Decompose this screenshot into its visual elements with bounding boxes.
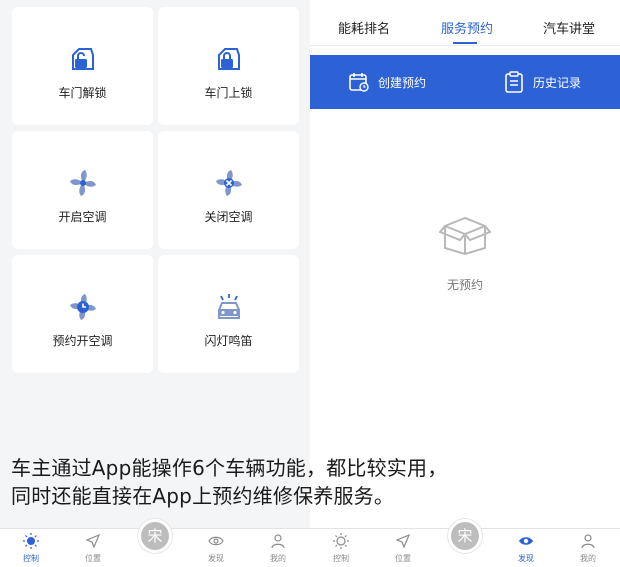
location-arrow-icon xyxy=(85,533,101,549)
tile-label: 闪灯鸣笛 xyxy=(204,334,253,348)
user-icon xyxy=(581,534,595,549)
nav-location[interactable]: 位置 xyxy=(383,533,423,564)
car-horn-icon xyxy=(212,292,246,322)
eye-icon xyxy=(519,537,533,545)
nav-label: 我的 xyxy=(270,554,286,563)
nav-label: 位置 xyxy=(395,554,411,563)
nav-discover[interactable]: 发现 xyxy=(506,533,546,564)
tile-door-unlock[interactable]: 车门解锁 xyxy=(12,7,153,125)
nav-label: 发现 xyxy=(208,554,224,563)
vehicle-control-panel: 车门解锁 车门上锁 开启空调 关闭空调 预约开空调 闪灯鸣笛 xyxy=(0,0,310,528)
tab-bar: 能耗排名 服务预约 汽车讲堂 xyxy=(310,0,620,46)
control-icon xyxy=(333,533,349,549)
tab-service-booking[interactable]: 服务预约 xyxy=(441,18,493,37)
nav-control[interactable]: 控制 xyxy=(11,533,51,564)
nav-label: 控制 xyxy=(333,554,349,563)
bottom-nav-right: 控制 位置 宋 发现 我的 xyxy=(310,519,620,567)
nav-location[interactable]: 位置 xyxy=(73,533,113,564)
eye-icon xyxy=(208,536,224,546)
nav-mine[interactable]: 我的 xyxy=(258,533,298,564)
tile-flash-horn[interactable]: 闪灯鸣笛 xyxy=(158,255,299,373)
tile-label: 车门上锁 xyxy=(204,86,253,100)
service-panel: 能耗排名 服务预约 汽车讲堂 创建预约 历史记录 无预约 xyxy=(310,0,620,528)
location-arrow-icon xyxy=(395,533,411,549)
clipboard-icon xyxy=(505,71,523,93)
active-tab-indicator xyxy=(453,42,477,44)
tile-ac-schedule[interactable]: 预约开空调 xyxy=(12,255,153,373)
booking-action-bar: 创建预约 历史记录 xyxy=(310,55,620,109)
nav-label: 位置 xyxy=(85,554,101,563)
center-brand-button[interactable]: 宋 xyxy=(448,519,482,553)
tile-label: 开启空调 xyxy=(58,210,107,224)
fan-off-icon xyxy=(212,168,246,198)
calendar-icon xyxy=(349,73,369,92)
car-door-lock-icon xyxy=(212,44,246,74)
empty-state: 无预约 xyxy=(310,212,620,293)
empty-box-icon xyxy=(438,216,492,256)
user-icon xyxy=(271,534,285,549)
history-label: 历史记录 xyxy=(533,75,582,90)
nav-label: 控制 xyxy=(23,554,39,563)
center-brand-button[interactable]: 宋 xyxy=(138,519,172,553)
nav-label: 发现 xyxy=(518,554,534,563)
bottom-nav-left: 控制 位置 宋 发现 我的 xyxy=(0,519,310,567)
caption-line: 同时还能直接在App上预约维修保养服务。 xyxy=(11,484,395,508)
fan-clock-icon xyxy=(66,292,100,322)
create-booking-label: 创建预约 xyxy=(378,75,427,90)
create-booking-button[interactable]: 创建预约 xyxy=(348,71,426,93)
tile-door-lock[interactable]: 车门上锁 xyxy=(158,7,299,125)
tab-car-class[interactable]: 汽车讲堂 xyxy=(543,18,595,37)
tile-ac-off[interactable]: 关闭空调 xyxy=(158,131,299,249)
fan-icon xyxy=(66,168,100,198)
tile-ac-on[interactable]: 开启空调 xyxy=(12,131,153,249)
empty-state-text: 无预约 xyxy=(446,278,483,292)
tab-energy-ranking[interactable]: 能耗排名 xyxy=(338,18,390,37)
history-button[interactable]: 历史记录 xyxy=(503,71,581,93)
tile-label: 车门解锁 xyxy=(58,86,107,100)
tile-label: 关闭空调 xyxy=(204,210,253,224)
nav-mine[interactable]: 我的 xyxy=(568,533,608,564)
article-caption: 车主通过App能操作6个车辆功能，都比较实用， 同时还能直接在App上预约维修保… xyxy=(11,454,447,510)
tile-label: 预约开空调 xyxy=(52,334,113,348)
nav-discover[interactable]: 发现 xyxy=(196,533,236,564)
control-icon xyxy=(23,533,39,549)
nav-control[interactable]: 控制 xyxy=(321,533,361,564)
car-door-unlock-icon xyxy=(66,44,100,74)
nav-label: 我的 xyxy=(580,554,596,563)
caption-line: 车主通过App能操作6个车辆功能，都比较实用， xyxy=(11,456,448,480)
